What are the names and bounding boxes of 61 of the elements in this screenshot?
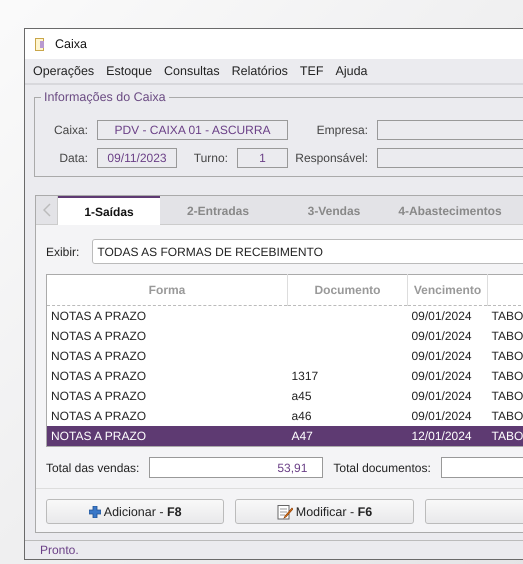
chevron-left-icon[interactable] bbox=[42, 203, 50, 217]
table-cell: NOTAS A PRAZO bbox=[46, 306, 288, 326]
table-cell: 12/01/2024 bbox=[408, 426, 488, 446]
table-cell: TABO bbox=[488, 326, 523, 346]
table-cell: TABO bbox=[488, 366, 523, 386]
field-label: Data: bbox=[58, 151, 89, 165]
table-cell: 09/01/2024 bbox=[408, 326, 488, 346]
table-cell: TABO bbox=[488, 346, 523, 366]
table-row[interactable]: NOTAS A PRAZO a45 09/01/2024 TABO bbox=[46, 386, 523, 406]
input-field[interactable]: 1 bbox=[237, 148, 288, 168]
table-cell: NOTAS A PRAZO bbox=[46, 326, 288, 346]
table-cell: NOTAS A PRAZO bbox=[46, 406, 288, 426]
field-label: Caixa: bbox=[52, 123, 89, 137]
table-cell: a45 bbox=[288, 386, 408, 406]
table-row[interactable]: NOTAS A PRAZO 09/01/2024 TABO bbox=[46, 326, 523, 346]
input-field[interactable]: PDV - CAIXA 01 - ASCURRA bbox=[97, 120, 288, 140]
menu-item[interactable]: Consultas bbox=[158, 64, 226, 78]
table-cell: 09/01/2024 bbox=[408, 406, 488, 426]
field-label: Responsável: bbox=[294, 151, 369, 165]
table-row[interactable]: NOTAS A PRAZO 1317 09/01/2024 TABO bbox=[46, 366, 523, 386]
input-field[interactable]: 09/11/2023 bbox=[97, 148, 177, 168]
table-cell: 09/01/2024 bbox=[408, 306, 488, 326]
table-cell: 1317 bbox=[288, 366, 408, 386]
filter-label: Exibir: bbox=[46, 244, 80, 258]
total-label: Total das vendas: bbox=[46, 460, 140, 474]
modify-button[interactable]: Modificar - F6 bbox=[235, 499, 414, 524]
table-cell: A47 bbox=[288, 426, 408, 446]
selected-row[interactable]: NOTAS A PRAZO A47 12/01/2024 TABO bbox=[46, 426, 523, 446]
status-text: Pronto. bbox=[25, 540, 523, 559]
table-cell: NOTAS A PRAZO bbox=[46, 386, 288, 406]
table-row[interactable]: NOTAS A PRAZO 09/01/2024 TABO bbox=[46, 346, 523, 366]
table-cell: 09/01/2024 bbox=[408, 366, 488, 386]
add-button[interactable]: Adicionar - F8 bbox=[46, 499, 224, 524]
menu-item[interactable]: Ajuda bbox=[330, 64, 374, 78]
total-field: 53,91 bbox=[149, 457, 324, 478]
table-row[interactable]: NOTAS A PRAZO a46 09/01/2024 TABO bbox=[46, 406, 523, 426]
table-cell: TABO bbox=[488, 386, 523, 406]
table-cell: NOTAS A PRAZO bbox=[46, 346, 288, 366]
dropdown-field[interactable]: TODAS AS FORMAS DE RECEBIMENTO bbox=[92, 239, 523, 264]
menu-item[interactable]: Relatórios bbox=[226, 64, 294, 78]
total-label: Total documentos: bbox=[333, 460, 431, 474]
plus-icon bbox=[88, 506, 101, 518]
table-cell: 09/01/2024 bbox=[408, 346, 488, 366]
tab[interactable]: 1-Saídas bbox=[58, 196, 160, 225]
app-icon bbox=[35, 38, 45, 50]
menu-item[interactable]: Operações bbox=[27, 64, 100, 78]
table-cell: TABO bbox=[488, 426, 523, 446]
table-cell: a46 bbox=[288, 406, 408, 426]
table-cell: TABO bbox=[488, 306, 523, 326]
table-cell: NOTAS A PRAZO bbox=[46, 366, 288, 386]
group-title: Informações do Caixa bbox=[41, 90, 169, 104]
table-cell: 09/01/2024 bbox=[408, 386, 488, 406]
table-cell: NOTAS A PRAZO bbox=[46, 426, 288, 446]
table-row[interactable]: NOTAS A PRAZO 09/01/2024 TABO bbox=[46, 306, 523, 326]
field-label: Empresa: bbox=[316, 123, 369, 137]
menu-item[interactable]: Estoque bbox=[100, 64, 158, 78]
table-cell: TABO bbox=[488, 406, 523, 426]
window-title: Caixa bbox=[55, 37, 87, 51]
field-label: Turno: bbox=[192, 151, 229, 165]
notepad-pencil-icon bbox=[276, 504, 293, 520]
menu-item[interactable]: TEF bbox=[294, 64, 330, 78]
